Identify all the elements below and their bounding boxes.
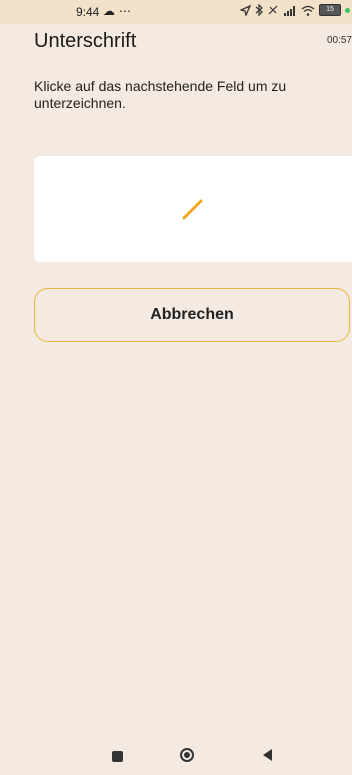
pencil-icon: [182, 199, 203, 220]
muted-icon: [268, 5, 278, 15]
back-icon[interactable]: [263, 749, 272, 761]
navigation-bar: [0, 735, 352, 775]
cancel-button[interactable]: Abbrechen: [34, 288, 350, 342]
signature-field[interactable]: [34, 156, 352, 262]
bluetooth-icon: [255, 4, 263, 16]
status-left-icons: ☁ ⋯: [103, 4, 131, 18]
battery-level: 15: [326, 6, 334, 13]
wifi-icon: [301, 5, 315, 16]
page-title: Unterschrift: [34, 30, 137, 52]
recent-apps-icon[interactable]: [112, 751, 123, 762]
location-icon: [240, 4, 251, 16]
battery-icon: 15: [319, 4, 341, 16]
signal-icon: [284, 5, 295, 16]
indicator-dot: [345, 7, 350, 13]
status-bar: 9:44 ☁ ⋯ 15: [0, 0, 352, 24]
instruction-text: Klicke auf das nachstehende Feld um zu u…: [34, 78, 287, 111]
status-right-icons: 15: [240, 4, 350, 16]
timer: 00:57: [326, 35, 352, 46]
status-time: 9:44: [76, 5, 100, 19]
home-icon[interactable]: [180, 748, 194, 762]
